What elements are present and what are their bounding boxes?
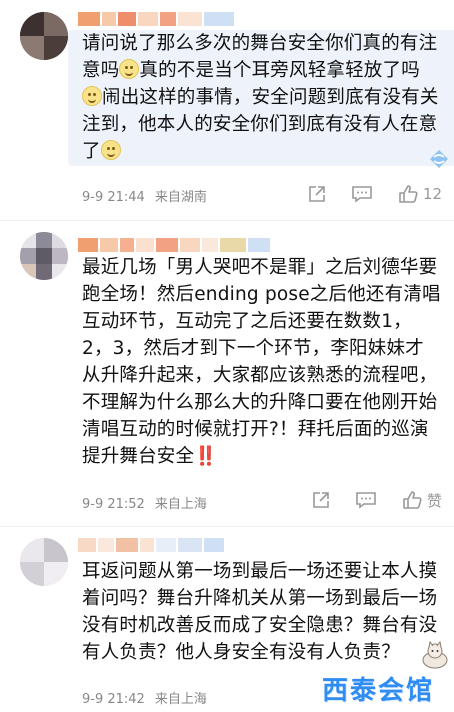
like-button[interactable]: 赞 <box>401 489 442 511</box>
like-label: 赞 <box>426 491 442 510</box>
timestamp: 9-9 21:52 <box>82 497 145 512</box>
avatar[interactable] <box>20 12 68 60</box>
timestamp: 9-9 21:44 <box>82 190 145 205</box>
divider <box>0 220 454 221</box>
grin-emoji-icon <box>82 86 102 106</box>
comment-button[interactable] <box>351 184 373 204</box>
location: 来自上海 <box>154 692 207 707</box>
watermark: 西泰会馆 <box>322 676 435 706</box>
divider <box>0 526 454 527</box>
comment-button[interactable] <box>355 490 377 510</box>
comment-text: 最近几场「男人哭吧不是罪」之后刘德华要跑全场！然后ending pose之后他还… <box>82 257 441 467</box>
share-button[interactable] <box>311 490 331 510</box>
share-icon <box>309 186 325 202</box>
timestamp: 9-9 21:42 <box>82 692 145 707</box>
comment-icon <box>356 492 376 509</box>
action-bar: 赞 <box>287 489 442 511</box>
location: 来自湖南 <box>154 190 207 205</box>
like-button[interactable]: 12 <box>397 183 442 205</box>
share-icon <box>313 492 329 508</box>
username[interactable] <box>78 236 270 254</box>
cat-sticker-icon <box>422 640 448 669</box>
comment-meta: 9-9 21:42 来自上海 <box>82 688 207 707</box>
comment-text: 请问说了那么多次的舞台安全你们真的有注意吗 真的不是当个耳旁风轻拿轻放了吗 闹出这样… <box>82 33 439 162</box>
quote-badge-icon[interactable] <box>428 148 450 170</box>
double-exclamation-icon: ‼️ <box>194 446 218 467</box>
like-icon <box>399 185 418 203</box>
like-icon <box>403 491 422 509</box>
action-bar: 12 <box>283 183 442 205</box>
grin-emoji-icon <box>100 140 121 160</box>
username[interactable] <box>78 10 234 28</box>
username[interactable] <box>78 536 224 554</box>
avatar[interactable] <box>20 232 68 280</box>
grin-emoji-icon <box>119 59 140 79</box>
like-count: 12 <box>422 185 442 203</box>
comment-meta: 9-9 21:44 来自湖南 <box>82 186 207 205</box>
comment-text: 耳返问题从第一场到最后一场还要让本人摸着问吗？舞台升降机关从第一场到最后一场没有… <box>82 561 438 663</box>
avatar[interactable] <box>20 538 68 586</box>
share-button[interactable] <box>307 184 327 204</box>
location: 来自上海 <box>154 497 207 512</box>
comment-meta: 9-9 21:52 来自上海 <box>82 493 207 512</box>
comment-icon <box>352 186 372 203</box>
